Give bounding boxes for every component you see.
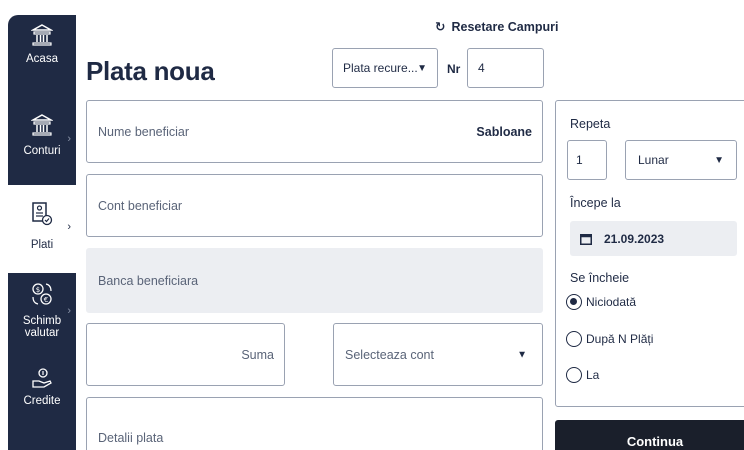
start-date-picker[interactable]: 21.09.2023 [570,221,737,256]
nr-label: Nr [447,62,461,76]
start-date-value: 21.09.2023 [604,231,665,246]
reset-fields-button[interactable]: ↻ Resetare Campuri [435,19,559,35]
beneficiary-account-field[interactable]: Cont beneficiar [86,174,543,237]
caret-down-icon: ▼ [517,349,527,360]
sidebar-item-acasa[interactable]: Acasa [8,23,76,83]
sidebar-item-label: Plati [30,239,54,251]
bank-icon [31,114,53,136]
amount-field[interactable]: Suma [86,323,285,386]
recurrence-panel: Repeta 1 Lunar ▼ Începe la 21.09.2023 Se… [555,100,744,407]
chevron-right-icon: › [67,221,71,233]
sidebar-item-credite[interactable]: Credite [8,367,76,427]
radio-icon [566,331,582,347]
templates-link[interactable]: Sabloane [476,125,532,139]
beneficiary-bank-placeholder: Banca beneficiara [98,273,199,288]
sidebar-item-schimb-valutar[interactable]: $ € › Schimb valutar [8,277,76,357]
refresh-icon: ↻ [435,20,446,34]
end-on-date-label: La [586,368,600,382]
continue-button[interactable]: Continua [555,420,744,450]
payment-details-field[interactable]: Detalii plata [86,397,543,450]
end-on-date-radio[interactable]: La [566,367,599,383]
payment-type-select[interactable]: Plata recure... ▼ [332,48,438,88]
loan-hand-coin-icon [32,368,52,388]
chevron-right-icon: › [67,305,71,317]
beneficiary-account-placeholder: Cont beneficiar [98,198,183,213]
start-date-label: Începe la [570,196,621,210]
repeat-unit-value: Lunar [638,153,669,167]
end-label: Se încheie [570,271,630,285]
sidebar-item-plati[interactable]: › Plati [8,185,76,273]
sidebar: Acasa › Conturi › Plati $ € › Schimb val… [8,15,76,450]
repeat-unit-select[interactable]: Lunar ▼ [625,140,737,180]
end-never-radio[interactable]: Niciodată [566,294,636,310]
svg-text:$: $ [36,286,40,294]
payment-document-icon [32,202,53,226]
radio-selected-icon [566,294,582,310]
sidebar-item-label: Conturi [23,145,61,157]
end-after-n-radio[interactable]: După N Plăți [566,331,653,347]
source-account-select[interactable]: Selecteaza cont ▼ [333,323,543,386]
beneficiary-name-placeholder: Nume beneficiar [98,124,190,139]
payment-details-placeholder: Detalii plata [98,431,164,445]
page-title: Plata noua [86,56,215,86]
beneficiary-bank-field: Banca beneficiara [86,248,543,313]
payment-type-value: Plata recure... [343,61,418,75]
sidebar-item-conturi[interactable]: › Conturi [8,113,76,173]
end-never-label: Niciodată [586,295,637,309]
bank-icon [31,24,53,46]
radio-icon [566,367,582,383]
end-after-n-label: După N Plăți [586,332,654,346]
amount-placeholder: Suma [241,347,274,362]
nr-input[interactable]: 4 [467,48,544,88]
chevron-right-icon: › [67,133,71,145]
caret-down-icon: ▼ [417,63,427,74]
repeat-label: Repeta [570,117,611,131]
source-account-placeholder: Selecteaza cont [345,347,434,362]
currency-exchange-icon: $ € [32,283,52,305]
caret-down-icon: ▼ [714,155,724,166]
repeat-count-input[interactable]: 1 [567,140,607,180]
reset-fields-label: Resetare Campuri [451,19,559,34]
calendar-icon [580,233,592,245]
beneficiary-name-field[interactable]: Nume beneficiar Sabloane [86,100,543,163]
svg-text:€: € [44,296,48,304]
sidebar-item-label: Acasa [26,53,58,65]
sidebar-item-label: Credite [23,395,61,407]
sidebar-item-label: Schimb valutar [22,315,62,339]
